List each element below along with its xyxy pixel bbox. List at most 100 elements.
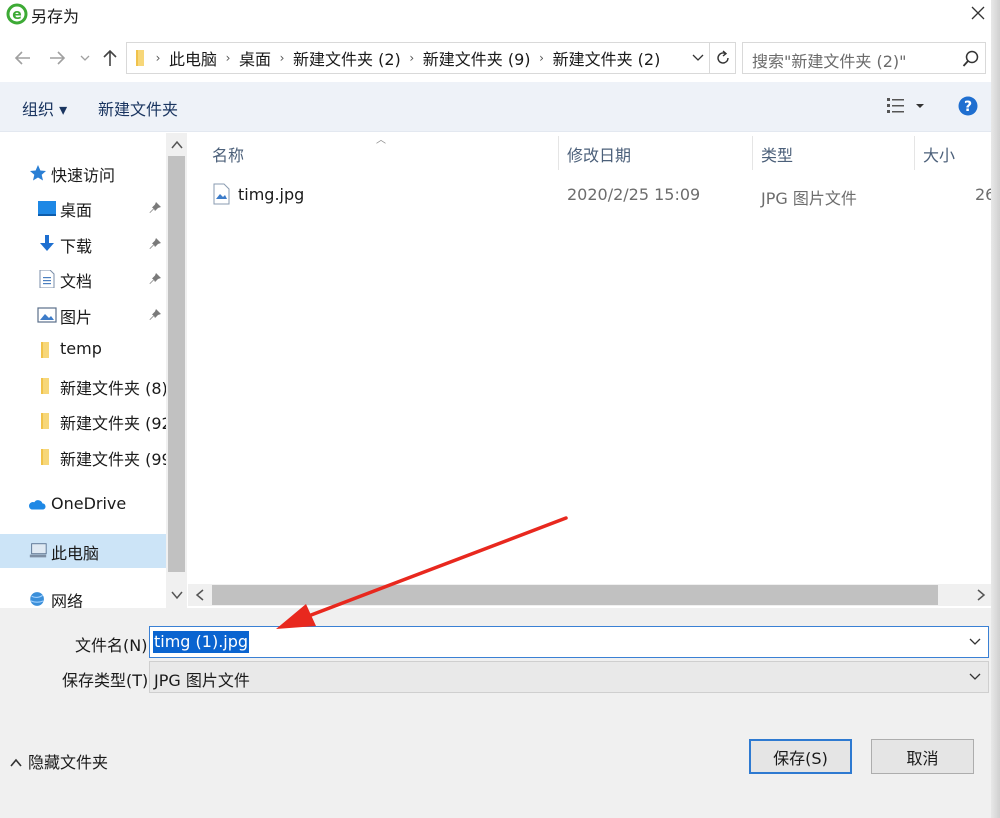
image-file-icon	[213, 183, 230, 205]
dialog-title: 另存为	[31, 7, 80, 26]
file-type-cell: JPG 图片文件	[761, 189, 857, 208]
file-modified-cell: 2020/2/25 15:09	[567, 185, 701, 204]
close-icon	[971, 6, 985, 20]
cloud-icon	[29, 500, 46, 510]
sidebar-item-this-pc[interactable]: 此电脑	[0, 534, 166, 568]
network-icon	[30, 592, 44, 606]
sidebar-item-folder-92[interactable]: 新建文件夹 (92)	[0, 404, 178, 438]
sidebar-item-label: 此电脑	[51, 544, 100, 563]
picture-icon	[37, 307, 57, 323]
breadcrumb-desktop[interactable]: 桌面	[239, 46, 271, 70]
scroll-up-icon[interactable]	[170, 138, 184, 152]
organize-menu-button[interactable]: 组织 ▾	[22, 96, 67, 120]
breadcrumb-separator: ›	[279, 51, 285, 65]
chevron-down-icon[interactable]	[968, 635, 982, 649]
sort-ascending-icon: ︿	[376, 135, 386, 146]
folder-icon	[136, 50, 144, 66]
search-icon[interactable]	[961, 49, 981, 69]
scroll-right-icon[interactable]	[974, 588, 988, 602]
scroll-down-icon[interactable]	[170, 588, 184, 602]
cancel-button[interactable]: 取消	[871, 739, 974, 774]
column-header-type[interactable]: 类型	[761, 142, 793, 166]
refresh-icon	[716, 50, 729, 64]
sidebar-item-desktop[interactable]: 桌面	[0, 191, 166, 225]
new-folder-button[interactable]: 新建文件夹	[98, 96, 178, 120]
hide-folders-toggle[interactable]: 隐藏文件夹	[10, 749, 108, 773]
file-name-cell[interactable]: timg.jpg	[238, 185, 304, 204]
column-header-size[interactable]: 大小	[923, 142, 955, 166]
column-divider[interactable]	[558, 136, 559, 170]
file-list-hscrollbar-thumb[interactable]	[212, 585, 938, 605]
sidebar-item-label: 下载	[60, 237, 93, 256]
folder-icon	[41, 378, 49, 394]
breadcrumb-separator: ›	[539, 51, 544, 65]
pin-icon[interactable]	[148, 308, 162, 322]
sidebar-item-downloads[interactable]: 下载	[0, 227, 166, 261]
filename-combobox[interactable]: timg (1).jpg	[149, 626, 989, 658]
breadcrumb-folder-2[interactable]: 新建文件夹 (2)	[293, 46, 401, 70]
breadcrumb-separator: ›	[155, 51, 161, 65]
scroll-left-icon[interactable]	[193, 588, 207, 602]
column-divider[interactable]	[914, 136, 915, 170]
filename-input[interactable]: timg (1).jpg	[153, 631, 250, 653]
sidebar-item-label: 桌面	[60, 201, 93, 220]
sidebar-scrollbar-thumb[interactable]	[168, 156, 185, 572]
pin-icon[interactable]	[148, 201, 162, 215]
sidebar-item-label: OneDrive	[51, 494, 127, 513]
sidebar-quick-access[interactable]: 快速访问	[0, 156, 166, 190]
refresh-button[interactable]	[710, 42, 736, 74]
recent-locations-chevron-icon[interactable]	[78, 47, 92, 69]
breadcrumb-current-folder[interactable]: 新建文件夹 (2)	[553, 46, 661, 70]
up-arrow-icon[interactable]	[99, 47, 121, 69]
breadcrumb-separator: ›	[409, 51, 415, 65]
sidebar-item-network[interactable]: 网络	[0, 582, 166, 609]
sidebar-item-label: 文档	[60, 272, 93, 291]
sidebar-item-folder-8[interactable]: 新建文件夹 (8)	[0, 369, 168, 403]
download-icon	[40, 235, 54, 251]
svg-text:e: e	[12, 7, 22, 23]
filetype-select[interactable]: JPG 图片文件	[149, 661, 989, 693]
filetype-label: 保存类型(T):	[62, 671, 154, 690]
star-icon	[30, 165, 46, 181]
sidebar-item-temp[interactable]: temp	[0, 333, 166, 367]
forward-arrow-icon[interactable]	[46, 47, 68, 69]
search-input[interactable]: 搜索"新建文件夹 (2)"	[742, 42, 986, 74]
breadcrumb-separator: ›	[225, 51, 231, 65]
column-header-modified[interactable]: 修改日期	[567, 142, 631, 166]
sidebar-item-pictures[interactable]: 图片	[0, 298, 166, 332]
sidebar-item-label: 快速访问	[51, 166, 116, 185]
sidebar-item-label: 图片	[60, 308, 93, 327]
sidebar-item-label: temp	[60, 339, 102, 358]
svg-text:?: ?	[964, 99, 972, 115]
breadcrumb-this-pc[interactable]: 此电脑	[169, 46, 217, 70]
title-bar	[0, 0, 1000, 30]
pin-icon[interactable]	[148, 272, 162, 286]
breadcrumb-folder-9[interactable]: 新建文件夹 (9)	[423, 46, 531, 70]
save-button[interactable]: 保存(S)	[749, 739, 852, 774]
column-divider[interactable]	[752, 136, 753, 170]
address-dropdown-button[interactable]	[687, 43, 709, 73]
chevron-down-icon[interactable]	[968, 670, 982, 684]
sidebar-item-label: 网络	[51, 592, 84, 609]
desktop-icon	[38, 201, 56, 216]
sidebar-item-label: 新建文件夹 (8)	[60, 379, 168, 398]
navigation-pane: 快速访问 桌面 下载 文档 图片 temp 新建文件夹 (8) 新建文件夹 (9…	[0, 133, 188, 609]
sidebar-item-folder-99[interactable]: 新建文件夹 (99)	[0, 440, 178, 474]
view-options-icon[interactable]	[886, 96, 930, 116]
chevron-up-icon	[10, 758, 22, 767]
hide-folders-label: 隐藏文件夹	[28, 753, 109, 772]
window-edge	[991, 0, 1000, 818]
search-placeholder: 搜索"新建文件夹 (2)"	[752, 52, 907, 71]
filetype-selected-value: JPG 图片文件	[154, 671, 250, 690]
address-bar[interactable]: › 此电脑 › 桌面 › 新建文件夹 (2) › 新建文件夹 (9) › 新建文…	[126, 42, 710, 74]
sidebar-item-label: 新建文件夹 (92)	[60, 414, 178, 433]
folder-icon	[41, 449, 49, 465]
column-header-name[interactable]: 名称	[212, 142, 244, 166]
help-icon[interactable]: ?	[958, 96, 978, 116]
pin-icon[interactable]	[148, 237, 162, 251]
sidebar-item-documents[interactable]: 文档	[0, 262, 166, 296]
back-arrow-icon[interactable]	[12, 47, 34, 69]
sidebar-item-label: 新建文件夹 (99)	[60, 450, 178, 469]
filename-label: 文件名(N):	[75, 636, 153, 655]
sidebar-item-onedrive[interactable]: OneDrive	[0, 488, 166, 522]
